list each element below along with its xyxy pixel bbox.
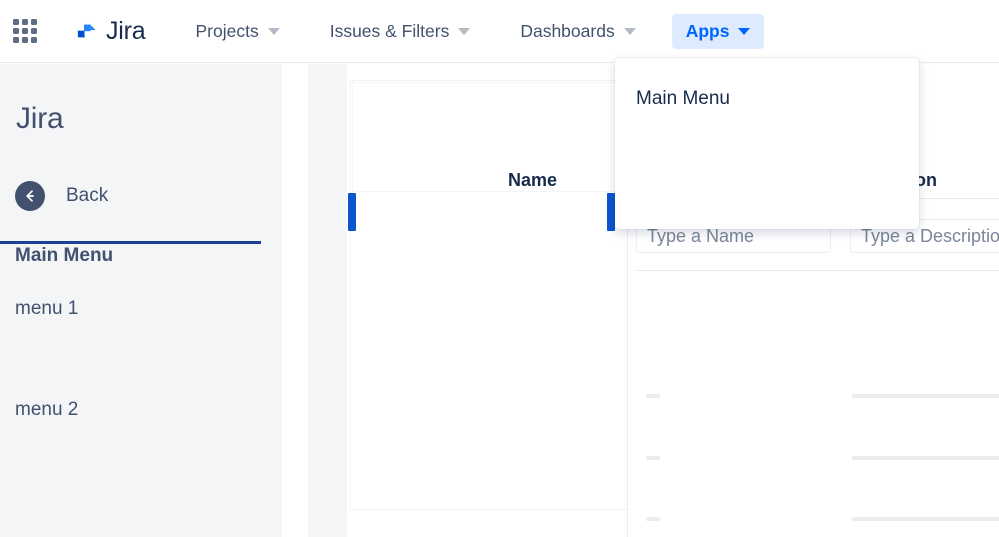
sidebar-item-menu-1[interactable]: menu 1 [0, 297, 282, 398]
table-cell-placeholder [646, 456, 660, 460]
grid-dot [31, 37, 37, 43]
top-navigation-bar: Jira Projects Issues & Filters Dashboard… [0, 0, 999, 63]
chevron-down-icon [267, 27, 280, 35]
dropdown-item-main-menu[interactable]: Main Menu [615, 58, 919, 110]
resize-handle-right[interactable] [607, 193, 615, 231]
sidebar-item-label: menu 2 [15, 399, 79, 420]
nav-item-projects[interactable]: Projects [181, 14, 293, 49]
arrow-left-icon [15, 181, 45, 211]
table-cell-placeholder [852, 456, 999, 460]
nav-item-apps[interactable]: Apps [671, 13, 765, 49]
table-cell-placeholder [852, 517, 999, 521]
dropdown-item-label: Main Menu [636, 88, 730, 109]
sidebar-item-menu-2[interactable]: menu 2 [0, 398, 282, 499]
jira-logo-icon [74, 18, 96, 38]
back-button[interactable]: Back [15, 181, 282, 211]
sidebar-item-label: menu 1 [15, 298, 79, 319]
grid-dot [13, 19, 19, 25]
back-button-label: Back [66, 185, 109, 206]
content-gutter [308, 64, 347, 537]
nav-items: Projects Issues & Filters Dashboards App… [181, 13, 765, 49]
sidebar-section-label: Main Menu [15, 245, 114, 266]
chevron-down-icon [738, 27, 751, 35]
sidebar-title: Jira [16, 102, 64, 135]
sidebar-divider [0, 241, 261, 244]
table-cell-placeholder [646, 517, 660, 521]
nav-item-dashboards[interactable]: Dashboards [506, 14, 649, 49]
chevron-down-icon [623, 27, 636, 35]
arrow-left-glyph [26, 190, 34, 202]
nav-item-label: Dashboards [520, 20, 615, 41]
nav-item-label: Projects [195, 20, 259, 41]
app-switcher-grid-icon[interactable] [8, 16, 42, 46]
app-root: Jira Projects Issues & Filters Dashboard… [0, 0, 999, 537]
table-header-name: Name [508, 170, 558, 190]
grid-dot [22, 28, 28, 34]
sidebar: Jira Back Main Menu menu 1 menu 2 [0, 64, 282, 537]
grid-dot [22, 19, 28, 25]
nav-item-label: Apps [685, 20, 730, 41]
grid-dot [31, 19, 37, 25]
table-row-separator [636, 270, 999, 271]
grid-dot [22, 37, 28, 43]
resize-handle-left[interactable] [348, 193, 356, 231]
table-cell-placeholder [646, 394, 660, 398]
grid-dot [13, 28, 19, 34]
table-cell-placeholder [852, 394, 999, 398]
chevron-down-icon [458, 27, 471, 35]
jira-home-link[interactable]: Jira [70, 16, 146, 46]
grid-dot [13, 37, 19, 43]
apps-dropdown-panel: Main Menu [615, 58, 919, 229]
sidebar-menu-list: menu 1 menu 2 [0, 297, 282, 499]
brand-name: Jira [106, 16, 146, 45]
grid-dot [31, 28, 37, 34]
nav-item-issues-and-filters[interactable]: Issues & Filters [316, 14, 485, 49]
nav-item-label: Issues & Filters [329, 20, 450, 41]
